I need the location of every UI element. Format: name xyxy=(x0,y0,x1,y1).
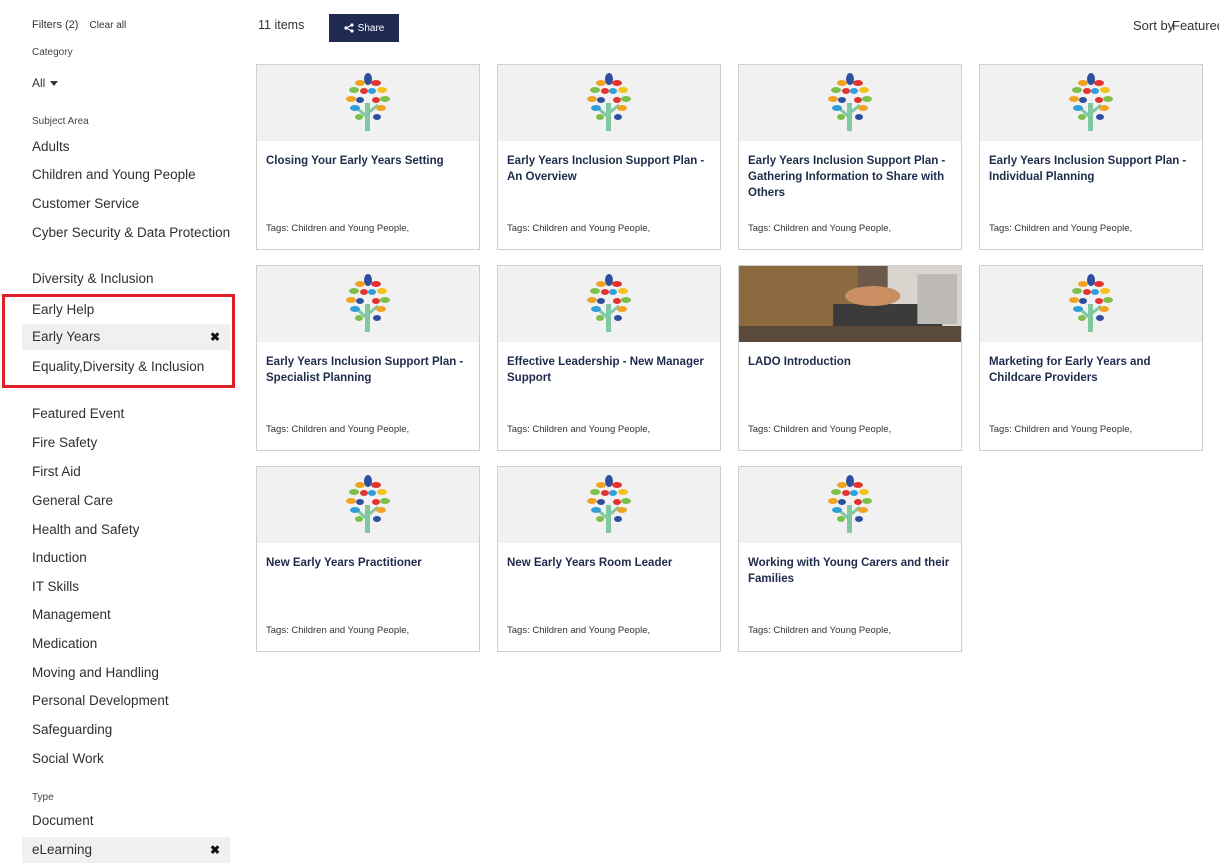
course-card[interactable]: Marketing for Early Years and Childcare … xyxy=(979,265,1203,451)
subject-item-health-safety[interactable]: Health and Safety xyxy=(32,521,240,538)
sort-dropdown[interactable]: Featured xyxy=(1172,18,1219,33)
course-card[interactable]: New Early Years Room Leader Tags: Childre… xyxy=(497,466,721,652)
card-title[interactable]: Marketing for Early Years and Childcare … xyxy=(989,354,1194,386)
card-tags: Tags: Children and Young People, xyxy=(748,625,892,636)
course-card[interactable]: Early Years Inclusion Support Plan - Spe… xyxy=(256,265,480,451)
course-card[interactable]: Early Years Inclusion Support Plan - Gat… xyxy=(738,64,962,250)
subject-item-cyber-security[interactable]: Cyber Security & Data Protection xyxy=(32,224,240,241)
card-tags: Tags: Children and Young People, xyxy=(989,223,1133,234)
subject-item-first-aid[interactable]: First Aid xyxy=(32,463,240,480)
tree-logo-icon xyxy=(498,65,720,141)
category-label: Category xyxy=(32,47,73,58)
card-tags: Tags: Children and Young People, xyxy=(507,625,651,636)
filter-sidebar: Filters (2) Clear all Category All Subje… xyxy=(0,0,240,863)
subject-item-medication[interactable]: Medication xyxy=(32,635,240,652)
tree-logo-icon xyxy=(498,467,720,543)
subject-item-adults[interactable]: Adults xyxy=(32,138,240,155)
remove-filter-icon[interactable]: ✖ xyxy=(210,837,220,863)
card-tags: Tags: Children and Young People, xyxy=(266,424,410,435)
laptop-photo xyxy=(739,266,961,342)
subject-area-label: Subject Area xyxy=(32,116,89,127)
subject-item-moving-handling[interactable]: Moving and Handling xyxy=(32,664,240,681)
card-title[interactable]: Working with Young Carers and their Fami… xyxy=(748,555,953,587)
subject-item-featured-event[interactable]: Featured Event xyxy=(32,405,240,422)
subject-item-management[interactable]: Management xyxy=(32,606,240,623)
course-card[interactable]: Early Years Inclusion Support Plan - An … xyxy=(497,64,721,250)
card-tags: Tags: Children and Young People, xyxy=(266,223,410,234)
card-title[interactable]: Effective Leadership - New Manager Suppo… xyxy=(507,354,712,386)
subject-item-general-care[interactable]: General Care xyxy=(32,492,240,509)
card-title[interactable]: New Early Years Practitioner xyxy=(266,555,471,571)
filters-count: Filters (2) xyxy=(32,19,79,31)
sort-label: Sort by xyxy=(1133,18,1175,33)
subject-item-customer-service[interactable]: Customer Service xyxy=(32,195,240,212)
subject-item-children[interactable]: Children and Young People xyxy=(32,166,240,183)
share-icon xyxy=(344,23,354,33)
item-count: 11 items xyxy=(258,18,305,32)
tree-logo-icon xyxy=(980,65,1202,141)
card-title[interactable]: Early Years Inclusion Support Plan - Spe… xyxy=(266,354,471,386)
subject-item-fire-safety[interactable]: Fire Safety xyxy=(32,434,240,451)
card-tags: Tags: Children and Young People, xyxy=(507,424,651,435)
tree-logo-icon xyxy=(498,266,720,342)
tree-logo-icon xyxy=(739,467,961,543)
card-title[interactable]: LADO Introduction xyxy=(748,354,953,370)
tree-logo-icon xyxy=(257,65,479,141)
subject-item-induction[interactable]: Induction xyxy=(32,549,240,566)
card-title[interactable]: Early Years Inclusion Support Plan - Gat… xyxy=(748,153,953,201)
card-title[interactable]: Early Years Inclusion Support Plan - Ind… xyxy=(989,153,1194,185)
course-card[interactable]: Early Years Inclusion Support Plan - Ind… xyxy=(979,64,1203,250)
tree-logo-icon xyxy=(980,266,1202,342)
category-dropdown[interactable]: All xyxy=(32,76,59,90)
card-tags: Tags: Children and Young People, xyxy=(989,424,1133,435)
highlight-box xyxy=(2,294,235,388)
elearning-label: eLearning xyxy=(32,842,93,857)
course-card[interactable]: Effective Leadership - New Manager Suppo… xyxy=(497,265,721,451)
card-tags: Tags: Children and Young People, xyxy=(748,424,892,435)
type-label: Type xyxy=(32,792,54,803)
subject-item-it-skills[interactable]: IT Skills xyxy=(32,578,240,595)
card-tags: Tags: Children and Young People, xyxy=(748,223,892,234)
tree-logo-icon xyxy=(257,467,479,543)
course-card[interactable]: LADO Introduction Tags: Children and Youn… xyxy=(738,265,962,451)
subject-item-social-work[interactable]: Social Work xyxy=(32,750,240,767)
card-title[interactable]: New Early Years Room Leader xyxy=(507,555,712,571)
course-card[interactable]: New Early Years Practitioner Tags: Childr… xyxy=(256,466,480,652)
subject-item-diversity-inclusion[interactable]: Diversity & Inclusion xyxy=(32,270,240,287)
subject-item-safeguarding[interactable]: Safeguarding xyxy=(32,721,240,738)
type-item-elearning[interactable]: eLearning ✖ xyxy=(22,837,230,863)
filters-header: Filters (2) Clear all xyxy=(32,19,126,31)
course-card[interactable]: Closing Your Early Years Setting Tags: Ch… xyxy=(256,64,480,250)
share-label: Share xyxy=(357,22,385,34)
subject-item-personal-development[interactable]: Personal Development xyxy=(32,692,240,709)
card-tags: Tags: Children and Young People, xyxy=(507,223,651,234)
card-title[interactable]: Closing Your Early Years Setting xyxy=(266,153,471,169)
card-tags: Tags: Children and Young People, xyxy=(266,625,410,636)
type-item-document[interactable]: Document xyxy=(32,812,240,829)
caret-down-icon xyxy=(50,81,59,87)
course-card[interactable]: Working with Young Carers and their Fami… xyxy=(738,466,962,652)
category-value: All xyxy=(32,76,46,90)
tree-logo-icon xyxy=(739,65,961,141)
tree-logo-icon xyxy=(257,266,479,342)
clear-all-link[interactable]: Clear all xyxy=(90,20,127,31)
share-button[interactable]: Share xyxy=(329,14,399,42)
card-title[interactable]: Early Years Inclusion Support Plan - An … xyxy=(507,153,712,185)
